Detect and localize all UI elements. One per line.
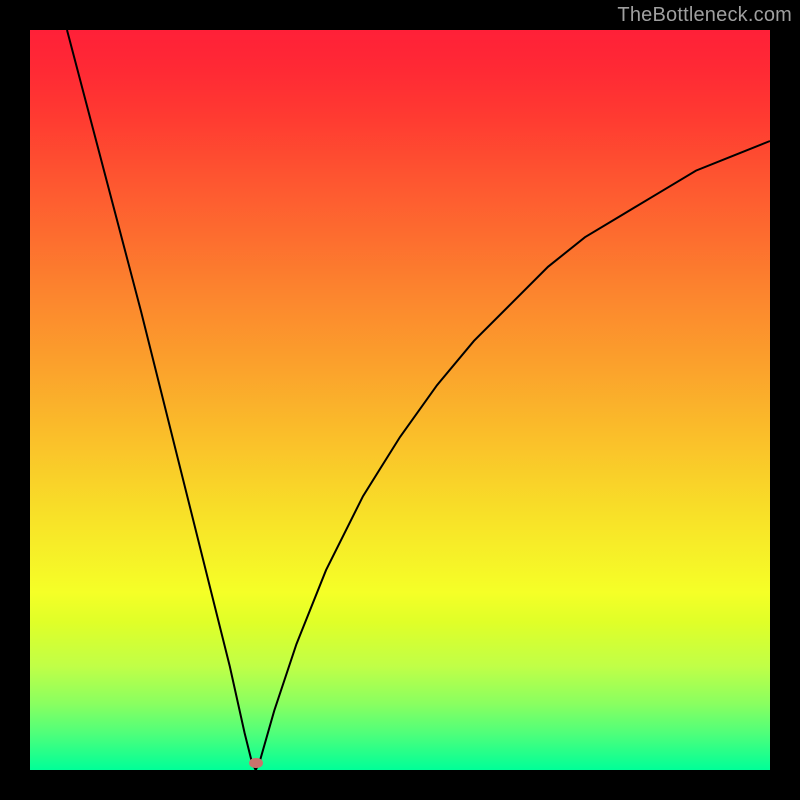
plot-area [30,30,770,770]
chart-svg [30,30,770,770]
bottleneck-curve [67,30,770,770]
bottleneck-chart: TheBottleneck.com [0,0,800,800]
optimum-marker [249,758,263,768]
watermark-text: TheBottleneck.com [617,4,792,27]
